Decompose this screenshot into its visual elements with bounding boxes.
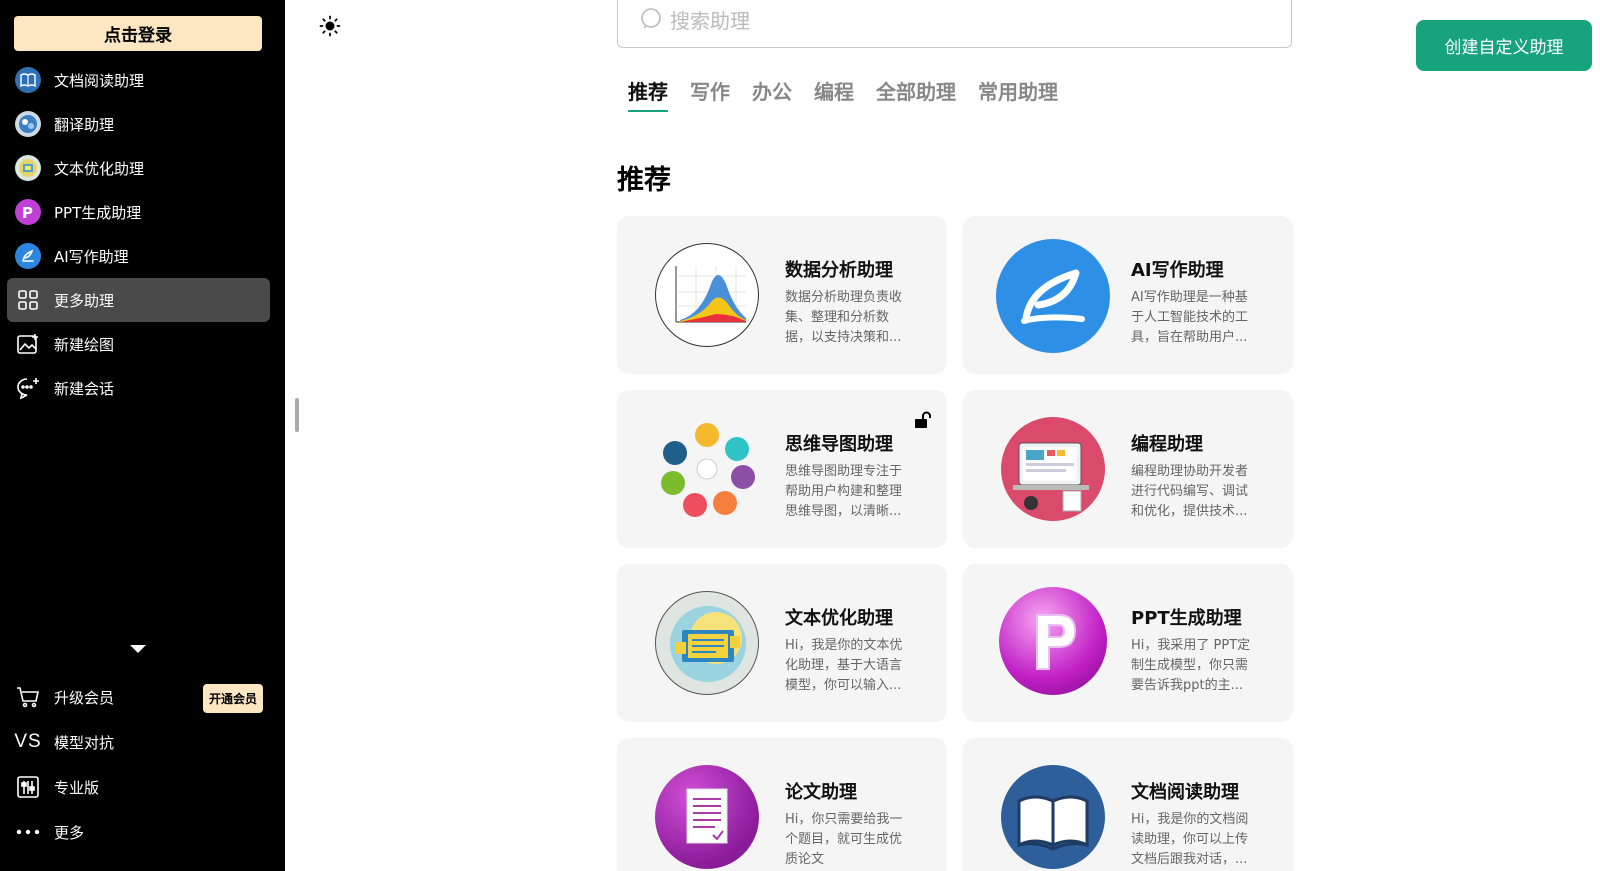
card-title: 数据分析助理 — [785, 260, 893, 281]
tab-common-assistants[interactable]: 常用助理 — [978, 76, 1058, 112]
programming-icon — [1001, 417, 1105, 521]
mind-map-icon — [655, 417, 759, 521]
card-description: 数据分析助理负责收集、整理和分析数据，以支持决策和... — [785, 290, 903, 345]
cart-icon — [15, 684, 41, 710]
grid-icon — [15, 287, 41, 313]
ai-writing-icon — [15, 243, 41, 269]
card-title: 文本优化助理 — [785, 608, 893, 629]
card-title: 文档阅读助理 — [1131, 782, 1239, 803]
ai-writing-icon — [996, 239, 1110, 353]
assistant-card-ai-writing[interactable]: AI写作助理 AI写作助理是一种基于人工智能技术的工具，旨在帮助用户... — [963, 216, 1293, 374]
sidebar-item-label: 新建绘图 — [54, 335, 115, 354]
search-icon — [640, 7, 664, 35]
vs-icon: VS — [14, 731, 42, 752]
card-title: 思维导图助理 — [785, 434, 893, 455]
sidebar-item-pro[interactable]: 专业版 — [7, 765, 270, 809]
sidebar-item-label: 更多 — [54, 823, 85, 842]
assistant-card-mind-map[interactable]: 思维导图助理 思维导图助理专注于帮助用户构建和整理思维导图，以清晰... — [617, 390, 947, 548]
sidebar-item-doc-reading[interactable]: 文档阅读助理 — [7, 58, 270, 102]
section-title: 推荐 — [617, 165, 671, 196]
card-description: Hi，我是你的文档阅读助理，你可以上传文档后跟我对话，... — [1131, 812, 1249, 867]
tab-all-assistants[interactable]: 全部助理 — [876, 76, 956, 112]
sidebar-item-new-chat[interactable]: 新建会话 — [7, 366, 270, 410]
card-description: Hi，你只需要给我一个题目，就可生成优质论文 — [785, 812, 903, 867]
sidebar: 点击登录 文档阅读助理 翻译助理 文本优化助理 P PPT生成助理 AI写作助理 — [0, 0, 285, 871]
sidebar-item-label: 专业版 — [54, 778, 100, 797]
sidebar-item-label: 翻译助理 — [54, 115, 115, 134]
sidebar-item-label: 升级会员 — [54, 688, 115, 707]
tab-recommended[interactable]: 推荐 — [628, 76, 668, 112]
card-description: 思维导图助理专注于帮助用户构建和整理思维导图，以清晰... — [785, 464, 903, 519]
sidebar-item-text-optimize[interactable]: 文本优化助理 — [7, 146, 270, 190]
sidebar-item-ppt[interactable]: P PPT生成助理 — [7, 190, 270, 234]
sliders-icon — [15, 774, 41, 800]
sun-icon[interactable] — [319, 15, 341, 37]
book-icon — [15, 67, 41, 93]
sidebar-item-translate[interactable]: 翻译助理 — [7, 102, 270, 146]
sidebar-item-more-assistants[interactable]: 更多助理 — [7, 278, 270, 322]
text-optimize-icon — [655, 591, 759, 695]
ppt-icon — [999, 587, 1107, 695]
ppt-icon: P — [15, 199, 41, 225]
sidebar-item-label: 更多助理 — [54, 291, 115, 310]
card-description: Hi，我采用了 PPT定制生成模型，你只需要告诉我ppt的主... — [1131, 638, 1251, 693]
card-title: AI写作助理 — [1131, 260, 1224, 281]
chat-add-icon — [15, 375, 41, 401]
assistant-card-ppt[interactable]: PPT生成助理 Hi，我采用了 PPT定制生成模型，你只需要告诉我ppt的主..… — [963, 564, 1293, 722]
collapse-arrow-icon[interactable] — [130, 645, 146, 653]
tab-office[interactable]: 办公 — [752, 76, 792, 112]
assistant-card-data-analysis[interactable]: 数据分析助理 数据分析助理负责收集、整理和分析数据，以支持决策和... — [617, 216, 947, 374]
paper-icon — [655, 765, 759, 869]
tab-programming[interactable]: 编程 — [814, 76, 854, 112]
sidebar-resize-handle[interactable] — [295, 398, 299, 432]
assistant-card-paper[interactable]: 论文助理 Hi，你只需要给我一个题目，就可生成优质论文 — [617, 738, 947, 871]
sidebar-item-new-drawing[interactable]: 新建绘图 — [7, 322, 270, 366]
create-custom-assistant-button[interactable]: 创建自定义助理 — [1416, 20, 1592, 71]
assistant-card-programming[interactable]: 编程助理 编程助理协助开发者进行代码编写、调试和优化，提供技术... — [963, 390, 1293, 548]
sidebar-item-ai-writing[interactable]: AI写作助理 — [7, 234, 270, 278]
sidebar-item-label: AI写作助理 — [54, 247, 129, 266]
vip-badge-button[interactable]: 开通会员 — [202, 684, 263, 713]
more-icon — [15, 819, 41, 845]
card-description: AI写作助理是一种基于人工智能技术的工具，旨在帮助用户... — [1131, 290, 1249, 345]
svg-text:P: P — [22, 204, 33, 220]
translate-icon — [15, 111, 41, 137]
sidebar-item-more[interactable]: 更多 — [7, 810, 270, 854]
image-add-icon — [15, 331, 41, 357]
card-description: 编程助理协助开发者进行代码编写、调试和优化，提供技术... — [1131, 464, 1249, 519]
card-title: 编程助理 — [1131, 434, 1203, 455]
sidebar-item-label: 模型对抗 — [54, 733, 115, 752]
card-title: 论文助理 — [785, 782, 857, 803]
unlock-icon[interactable] — [913, 410, 933, 430]
sidebar-item-label: 文本优化助理 — [54, 159, 145, 178]
assistant-card-doc-reading[interactable]: 文档阅读助理 Hi，我是你的文档阅读助理，你可以上传文档后跟我对话，... — [963, 738, 1293, 871]
card-title: PPT生成助理 — [1131, 608, 1242, 629]
sidebar-item-label: PPT生成助理 — [54, 203, 142, 222]
book-icon — [1001, 765, 1105, 869]
assistant-card-text-optimize[interactable]: 文本优化助理 Hi，我是你的文本优化助理，基于大语言模型，你可以输入... — [617, 564, 947, 722]
sidebar-item-label: 新建会话 — [54, 379, 115, 398]
login-button[interactable]: 点击登录 — [14, 16, 262, 51]
category-tabs: 推荐 写作 办公 编程 全部助理 常用助理 — [628, 76, 1080, 112]
search-input[interactable] — [670, 9, 1250, 33]
search-box — [617, 0, 1292, 48]
sidebar-item-label: 文档阅读助理 — [54, 71, 145, 90]
card-description: Hi，我是你的文本优化助理，基于大语言模型，你可以输入... — [785, 638, 903, 693]
sidebar-item-model-battle[interactable]: VS 模型对抗 — [7, 720, 270, 764]
text-optimize-icon — [15, 155, 41, 181]
tab-writing[interactable]: 写作 — [690, 76, 730, 112]
data-analysis-icon — [655, 243, 759, 347]
